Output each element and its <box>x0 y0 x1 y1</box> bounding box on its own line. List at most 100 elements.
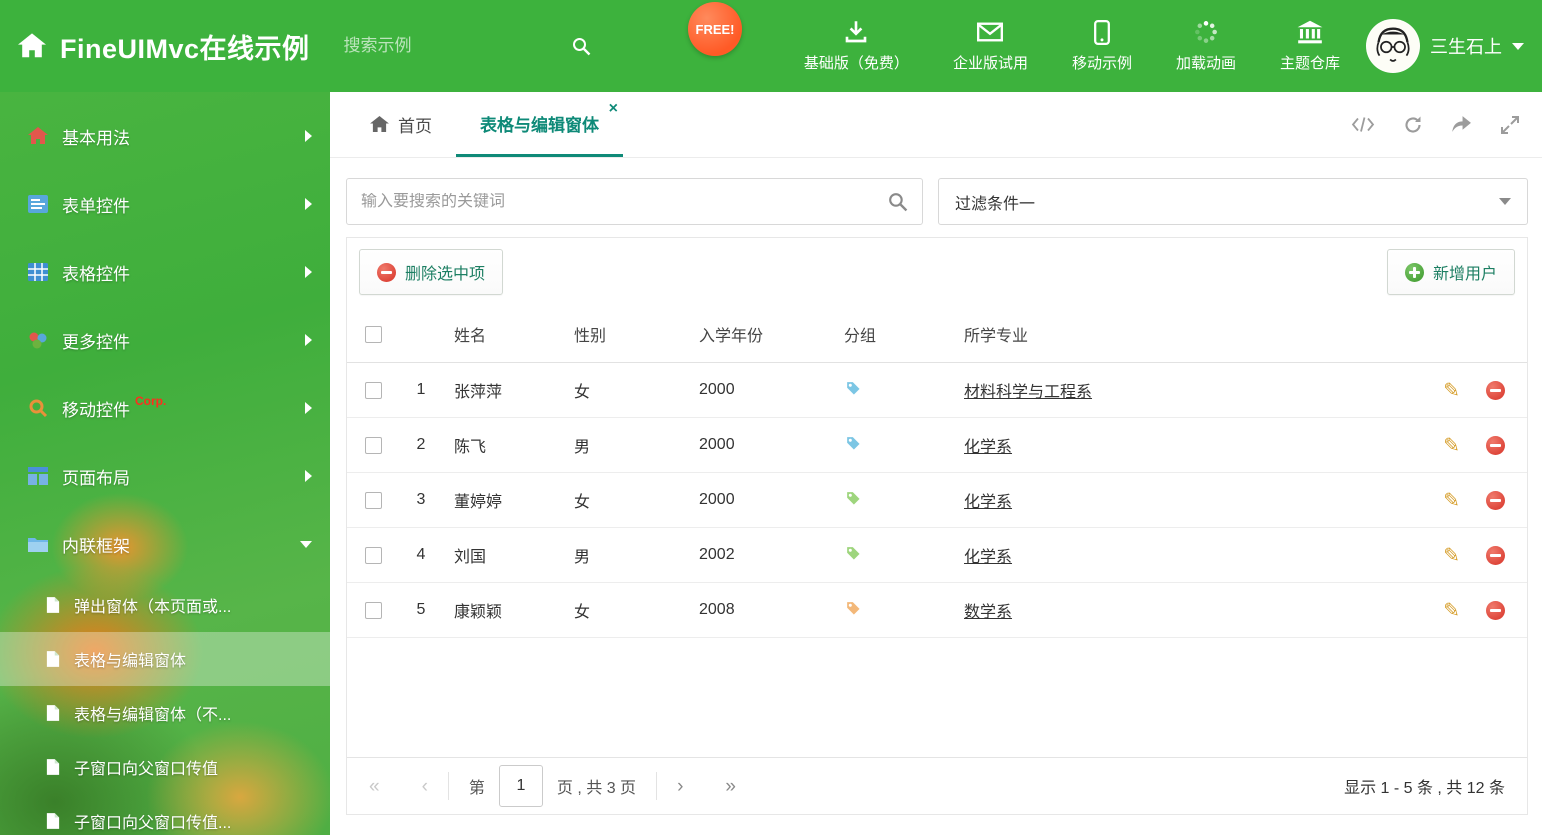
delete-icon[interactable] <box>1486 380 1505 400</box>
corp-badge: Corp. <box>135 394 167 408</box>
header-search-input[interactable] <box>343 36 565 56</box>
search-icon[interactable] <box>887 191 908 212</box>
last-page-icon[interactable]: » <box>725 777 736 796</box>
expand-icon[interactable] <box>1500 115 1520 135</box>
cell-gender: 女 <box>574 384 591 401</box>
mobile-search-icon <box>26 398 50 418</box>
chevron-down-icon <box>1512 42 1524 50</box>
sidebar-item-iframe[interactable]: 内联框架 <box>0 510 330 578</box>
major-link[interactable]: 材料科学与工程系 <box>964 384 1092 401</box>
share-icon[interactable] <box>1451 115 1472 134</box>
delete-icon[interactable] <box>1486 545 1505 565</box>
sidebar-subitem-grid-edit-window-2[interactable]: 表格与编辑窗体（不... <box>0 686 330 740</box>
major-link[interactable]: 化学系 <box>964 494 1012 511</box>
delete-selected-button[interactable]: 删除选中项 <box>359 249 504 295</box>
code-icon[interactable] <box>1351 116 1375 133</box>
edit-icon[interactable]: ✎ <box>1443 490 1460 510</box>
cell-year: 2002 <box>699 546 735 563</box>
sidebar-item-page-layout[interactable]: 页面布局 <box>0 442 330 510</box>
column-group[interactable]: 分组 <box>832 322 952 346</box>
edit-icon[interactable]: ✎ <box>1443 380 1460 400</box>
header-nav: 基础版（免费） 企业版试用 移动示例 加载动画 主题仓库 <box>804 19 1340 73</box>
delete-icon[interactable] <box>1486 600 1505 620</box>
record-summary: 显示 1 - 5 条 , 共 12 条 <box>1344 780 1505 797</box>
cell-gender: 男 <box>574 439 591 456</box>
filter-dropdown[interactable]: 过滤条件一 <box>938 178 1528 225</box>
nav-label: 基础版（免费） <box>803 55 909 72</box>
sidebar-subitem-grid-edit-window[interactable]: 表格与编辑窗体 <box>0 632 330 686</box>
close-icon[interactable]: × <box>609 101 618 117</box>
edit-icon[interactable]: ✎ <box>1443 600 1460 620</box>
minus-circle-icon <box>377 262 396 282</box>
sidebar-item-label: 表格控件 <box>62 264 130 284</box>
row-number: 2 <box>416 436 426 453</box>
delete-icon[interactable] <box>1486 490 1505 510</box>
mail-icon <box>977 19 1004 45</box>
sidebar-item-mobile-controls[interactable]: 移动控件 Corp. <box>0 374 330 442</box>
refresh-icon[interactable] <box>1403 115 1423 135</box>
nav-enterprise-trial[interactable]: 企业版试用 <box>953 19 1028 73</box>
tab-bar: 首页 表格与编辑窗体 × <box>330 92 1542 158</box>
sidebar-item-basic-usage[interactable]: 基本用法 <box>0 102 330 170</box>
keyword-search-input[interactable] <box>361 192 887 211</box>
page-total-label: 页 , 共 3 页 <box>556 780 637 797</box>
chevron-right-icon <box>305 470 312 482</box>
table-empty-space <box>347 638 1527 757</box>
major-link[interactable]: 化学系 <box>964 439 1012 456</box>
row-checkbox[interactable] <box>365 546 382 564</box>
row-checkbox[interactable] <box>365 601 382 619</box>
keyword-search <box>346 178 923 225</box>
nav-theme-store[interactable]: 主题仓库 <box>1280 19 1340 73</box>
tag-icon <box>844 599 862 617</box>
edit-icon[interactable]: ✎ <box>1443 545 1460 565</box>
first-page-icon[interactable]: « <box>369 777 380 796</box>
chevron-right-icon <box>305 334 312 346</box>
column-major[interactable]: 所学专业 <box>952 322 1417 346</box>
prev-page-icon[interactable]: ‹ <box>422 777 428 796</box>
tag-icon <box>844 489 862 507</box>
next-page-icon[interactable]: › <box>677 777 683 796</box>
sidebar-subitem-child-to-parent[interactable]: 子窗口向父窗口传值 <box>0 740 330 794</box>
major-link[interactable]: 数学系 <box>964 604 1012 621</box>
user-menu[interactable]: 三生石上 <box>1366 19 1524 73</box>
tab-grid-edit-window[interactable]: 表格与编辑窗体 × <box>456 92 623 157</box>
cell-year: 2000 <box>699 436 735 453</box>
column-gender[interactable]: 性别 <box>562 322 687 346</box>
row-checkbox[interactable] <box>365 491 382 509</box>
home-icon[interactable] <box>18 33 46 59</box>
tab-home[interactable]: 首页 <box>346 92 456 157</box>
tab-label: 首页 <box>398 117 432 136</box>
column-year[interactable]: 入学年份 <box>687 322 832 346</box>
table-row[interactable]: 4 刘国 男 2002 化学系 ✎ <box>347 528 1527 583</box>
nav-basic-edition[interactable]: 基础版（免费） <box>804 19 909 73</box>
major-link[interactable]: 化学系 <box>964 549 1012 566</box>
sidebar-item-more-controls[interactable]: 更多控件 <box>0 306 330 374</box>
row-checkbox[interactable] <box>365 381 382 399</box>
table-row[interactable]: 3 董婷婷 女 2000 化学系 ✎ <box>347 473 1527 528</box>
sidebar-item-grid-controls[interactable]: 表格控件 <box>0 238 330 306</box>
sidebar-subitem-popup-window[interactable]: 弹出窗体（本页面或... <box>0 578 330 632</box>
file-icon <box>46 758 60 776</box>
cell-name: 陈飞 <box>454 439 487 456</box>
delete-icon[interactable] <box>1486 435 1505 455</box>
column-name[interactable]: 姓名 <box>442 322 562 346</box>
nav-label: 加载动画 <box>1175 55 1236 72</box>
page-number-input[interactable] <box>498 765 543 807</box>
folder-icon <box>26 536 50 552</box>
sidebar-item-form-controls[interactable]: 表单控件 <box>0 170 330 238</box>
table-row[interactable]: 2 陈飞 男 2000 化学系 ✎ <box>347 418 1527 473</box>
edit-icon[interactable]: ✎ <box>1443 435 1460 455</box>
select-all-checkbox[interactable] <box>365 325 382 343</box>
sidebar-item-label: 移动控件 <box>62 400 130 420</box>
row-checkbox[interactable] <box>365 436 382 454</box>
table-row[interactable]: 1 张萍萍 女 2000 材料科学与工程系 ✎ <box>347 363 1527 418</box>
sidebar-subitem-child-to-parent-2[interactable]: 子窗口向父窗口传值... <box>0 794 330 835</box>
search-icon[interactable] <box>571 36 591 56</box>
table-row[interactable]: 5 康颖颖 女 2008 数学系 ✎ <box>347 583 1527 638</box>
nav-label: 企业版试用 <box>952 55 1028 72</box>
nav-loading-animation[interactable]: 加载动画 <box>1176 19 1236 73</box>
add-user-button[interactable]: 新增用户 <box>1386 249 1515 295</box>
chevron-right-icon <box>305 266 312 278</box>
nav-mobile-demo[interactable]: 移动示例 <box>1072 19 1132 73</box>
sidebar-item-label: 表单控件 <box>62 196 130 216</box>
